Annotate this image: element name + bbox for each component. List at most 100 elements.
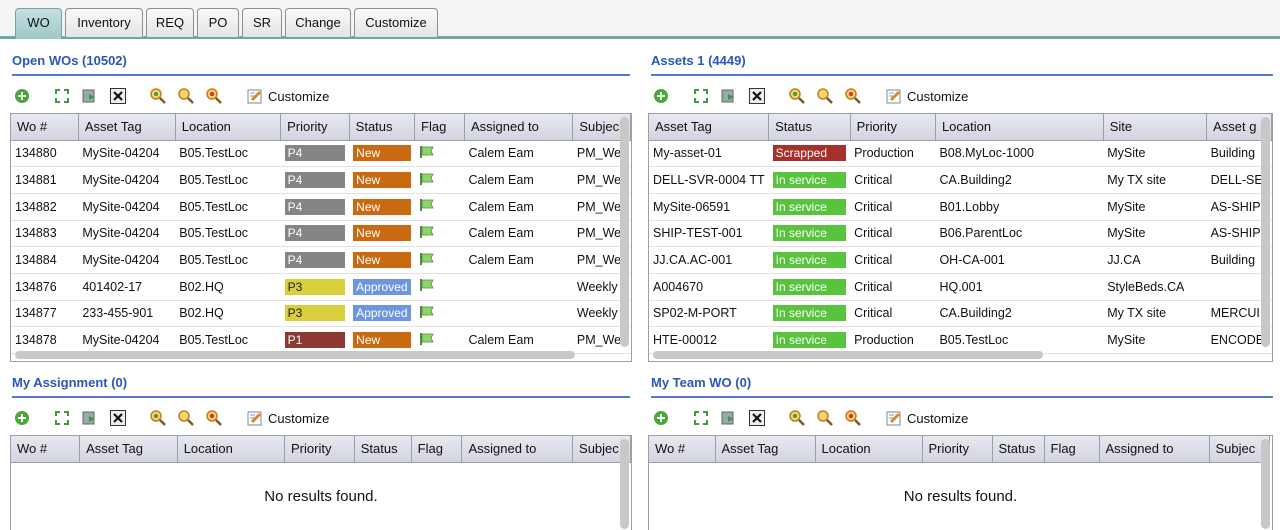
refresh-icon[interactable]	[80, 408, 100, 428]
tab-req[interactable]: REQ	[146, 8, 194, 37]
table-row[interactable]: 134881 MySite-04204 B05.TestLoc P4 New Calem …	[11, 166, 631, 194]
clear-icon[interactable]	[747, 86, 767, 106]
col-asset-tag[interactable]: Asset Tag	[715, 436, 816, 463]
table-row[interactable]: 134877 233-455-901 B02.HQ P3 Approved Weekly	[11, 300, 631, 328]
vertical-scrollbar[interactable]	[620, 117, 629, 347]
search-icon[interactable]	[148, 408, 168, 428]
search-clear-icon[interactable]	[843, 408, 863, 428]
clear-icon[interactable]	[108, 86, 128, 106]
status-cell: New	[349, 246, 415, 274]
col-wo[interactable]: Wo #	[649, 436, 716, 463]
col-flag[interactable]: Flag	[411, 436, 463, 463]
add-icon[interactable]	[651, 86, 671, 106]
col-wo[interactable]: Wo #	[11, 436, 81, 463]
col-wo[interactable]: Wo #	[11, 114, 79, 141]
col-assigned-to[interactable]: Assigned to	[464, 114, 574, 141]
status-badge: In service	[772, 198, 847, 215]
search-clear-icon[interactable]	[204, 86, 224, 106]
col-flag[interactable]: Flag	[414, 114, 465, 141]
search-zoom-icon[interactable]	[815, 408, 835, 428]
site-cell: MySite	[1103, 140, 1207, 168]
add-icon[interactable]	[12, 408, 32, 428]
clear-icon[interactable]	[747, 408, 767, 428]
tab-sr[interactable]: SR	[242, 8, 282, 37]
add-icon[interactable]	[651, 408, 671, 428]
table-row[interactable]: 134876 401402-17 B02.HQ P3 Approved Weekly	[11, 273, 631, 301]
customize-button[interactable]: Customize	[883, 407, 970, 429]
col-location[interactable]: Location	[177, 436, 286, 463]
location-cell: CA.Building2	[935, 300, 1104, 328]
col-location[interactable]: Location	[815, 436, 923, 463]
table-row[interactable]: 134883 MySite-04204 B05.TestLoc P4 New Calem …	[11, 220, 631, 248]
panel-title: Assets 1 (4449)	[651, 53, 746, 68]
horizontal-scrollbar[interactable]	[653, 351, 1043, 359]
col-status[interactable]: Status	[768, 114, 851, 141]
col-priority[interactable]: Priority	[850, 114, 936, 141]
status-cell: New	[349, 220, 415, 248]
col-asset-tag[interactable]: Asset Tag	[78, 114, 176, 141]
col-status[interactable]: Status	[354, 436, 412, 463]
col-assigned-to[interactable]: Assigned to	[1099, 436, 1210, 463]
table-row[interactable]: DELL-SVR-0004 TT In service Critical CA.Bui…	[649, 166, 1272, 194]
expand-icon[interactable]	[691, 408, 711, 428]
site-cell: MySite	[1103, 193, 1207, 221]
table-row[interactable]: 134878 MySite-04204 B05.TestLoc P1 New Calem …	[11, 326, 631, 354]
table-row[interactable]: JJ.CA.AC-001 In service Critical OH-CA-001 J…	[649, 246, 1272, 274]
assigned-cell: Calem Eam	[464, 326, 573, 354]
refresh-icon[interactable]	[80, 86, 100, 106]
table-row[interactable]: A004670 In service Critical HQ.001 StyleBeds…	[649, 273, 1272, 301]
tab-customize[interactable]: Customize	[354, 8, 438, 37]
col-asset-tag[interactable]: Asset Tag	[79, 436, 178, 463]
table-row[interactable]: SHIP-TEST-001 In service Critical B06.Paren…	[649, 220, 1272, 248]
table-row[interactable]: 134882 MySite-04204 B05.TestLoc P4 New Calem …	[11, 193, 631, 221]
customize-button[interactable]: Customize	[244, 407, 331, 429]
customize-button[interactable]: Customize	[883, 85, 970, 107]
table-row[interactable]: MySite-06591 In service Critical B01.Lobby M…	[649, 193, 1272, 221]
col-asset-tag[interactable]: Asset Tag	[649, 114, 770, 141]
col-location[interactable]: Location	[935, 114, 1104, 141]
customize-button[interactable]: Customize	[244, 85, 331, 107]
vertical-scrollbar[interactable]	[620, 439, 629, 529]
search-zoom-icon[interactable]	[176, 408, 196, 428]
expand-icon[interactable]	[52, 408, 72, 428]
vertical-scrollbar[interactable]	[1261, 439, 1270, 529]
table-row[interactable]: 134880 MySite-04204 B05.TestLoc P4 New Calem …	[11, 140, 631, 168]
col-priority[interactable]: Priority	[284, 436, 355, 463]
col-priority[interactable]: Priority	[922, 436, 993, 463]
search-zoom-icon[interactable]	[176, 86, 196, 106]
wo-cell: 134884	[11, 246, 79, 274]
search-icon[interactable]	[787, 408, 807, 428]
col-assigned-to[interactable]: Assigned to	[461, 436, 574, 463]
search-icon[interactable]	[148, 86, 168, 106]
clear-icon[interactable]	[108, 408, 128, 428]
col-flag[interactable]: Flag	[1044, 436, 1100, 463]
tab-change[interactable]: Change	[285, 8, 351, 37]
search-clear-icon[interactable]	[843, 86, 863, 106]
refresh-icon[interactable]	[719, 408, 739, 428]
location-cell: HQ.001	[935, 273, 1104, 301]
table-row[interactable]: 134884 MySite-04204 B05.TestLoc P4 New Calem …	[11, 246, 631, 274]
col-site[interactable]: Site	[1103, 114, 1208, 141]
wo-cell: 134876	[11, 273, 79, 301]
col-status[interactable]: Status	[349, 114, 416, 141]
vertical-scrollbar[interactable]	[1261, 117, 1270, 347]
table-row[interactable]: HTE-00012 In service Production B05.TestLoc…	[649, 326, 1272, 354]
col-subject[interactable]: Subjec	[1209, 436, 1270, 463]
table-row[interactable]: SP02-M-PORT In service Critical CA.Building…	[649, 300, 1272, 328]
refresh-icon[interactable]	[719, 86, 739, 106]
horizontal-scrollbar[interactable]	[15, 351, 575, 359]
search-icon[interactable]	[787, 86, 807, 106]
search-zoom-icon[interactable]	[815, 86, 835, 106]
add-icon[interactable]	[12, 86, 32, 106]
expand-icon[interactable]	[52, 86, 72, 106]
status-badge: New	[353, 172, 411, 189]
expand-icon[interactable]	[691, 86, 711, 106]
col-location[interactable]: Location	[175, 114, 282, 141]
tab-inventory[interactable]: Inventory	[65, 8, 143, 37]
table-row[interactable]: My-asset-01 Scrapped Production B08.MyLoc-1…	[649, 140, 1272, 168]
col-status[interactable]: Status	[992, 436, 1045, 463]
col-priority[interactable]: Priority	[280, 114, 350, 141]
tab-wo[interactable]: WO	[15, 8, 62, 39]
tab-po[interactable]: PO	[197, 8, 239, 37]
search-clear-icon[interactable]	[204, 408, 224, 428]
